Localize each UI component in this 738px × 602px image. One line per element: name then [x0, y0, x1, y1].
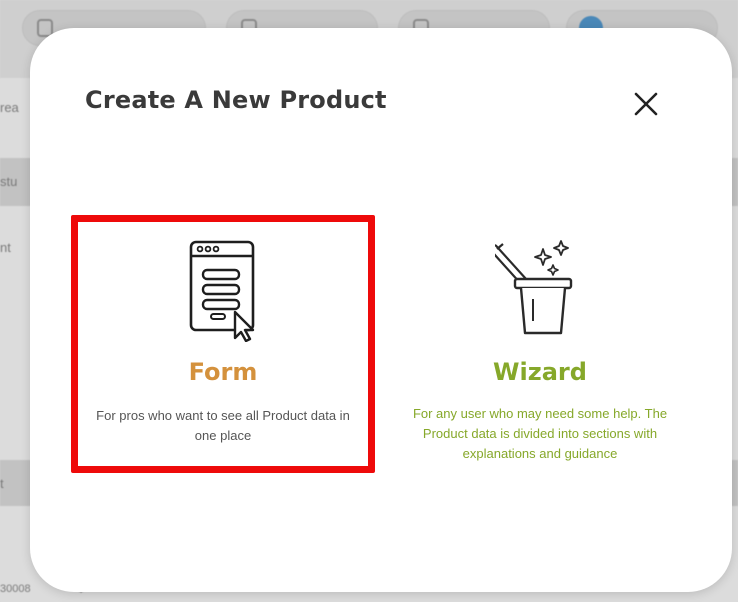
close-button[interactable]	[628, 86, 664, 122]
close-icon	[634, 92, 658, 116]
modal-title: Create A New Product	[85, 86, 387, 114]
form-option-card[interactable]: Form For pros who want to see all Produc…	[71, 215, 375, 473]
background-text: 30008	[0, 583, 31, 595]
wizard-option-description: For any user who may need some help. The…	[412, 406, 668, 461]
background-text: nt	[0, 240, 11, 255]
create-product-modal: Create A New Product Form For pros who w…	[30, 28, 732, 592]
wizard-option-card[interactable]: Wizard For any user who may need some he…	[388, 215, 692, 473]
form-document-icon	[189, 240, 255, 342]
wizard-option-title: Wizard	[493, 358, 587, 386]
magic-wand-hat-icon	[495, 240, 573, 335]
background-text: t	[0, 476, 4, 491]
background-text: rea	[0, 100, 19, 115]
form-option-description: For pros who want to see all Product dat…	[96, 408, 350, 443]
background-text: stu	[0, 174, 18, 189]
form-option-title: Form	[188, 358, 258, 386]
